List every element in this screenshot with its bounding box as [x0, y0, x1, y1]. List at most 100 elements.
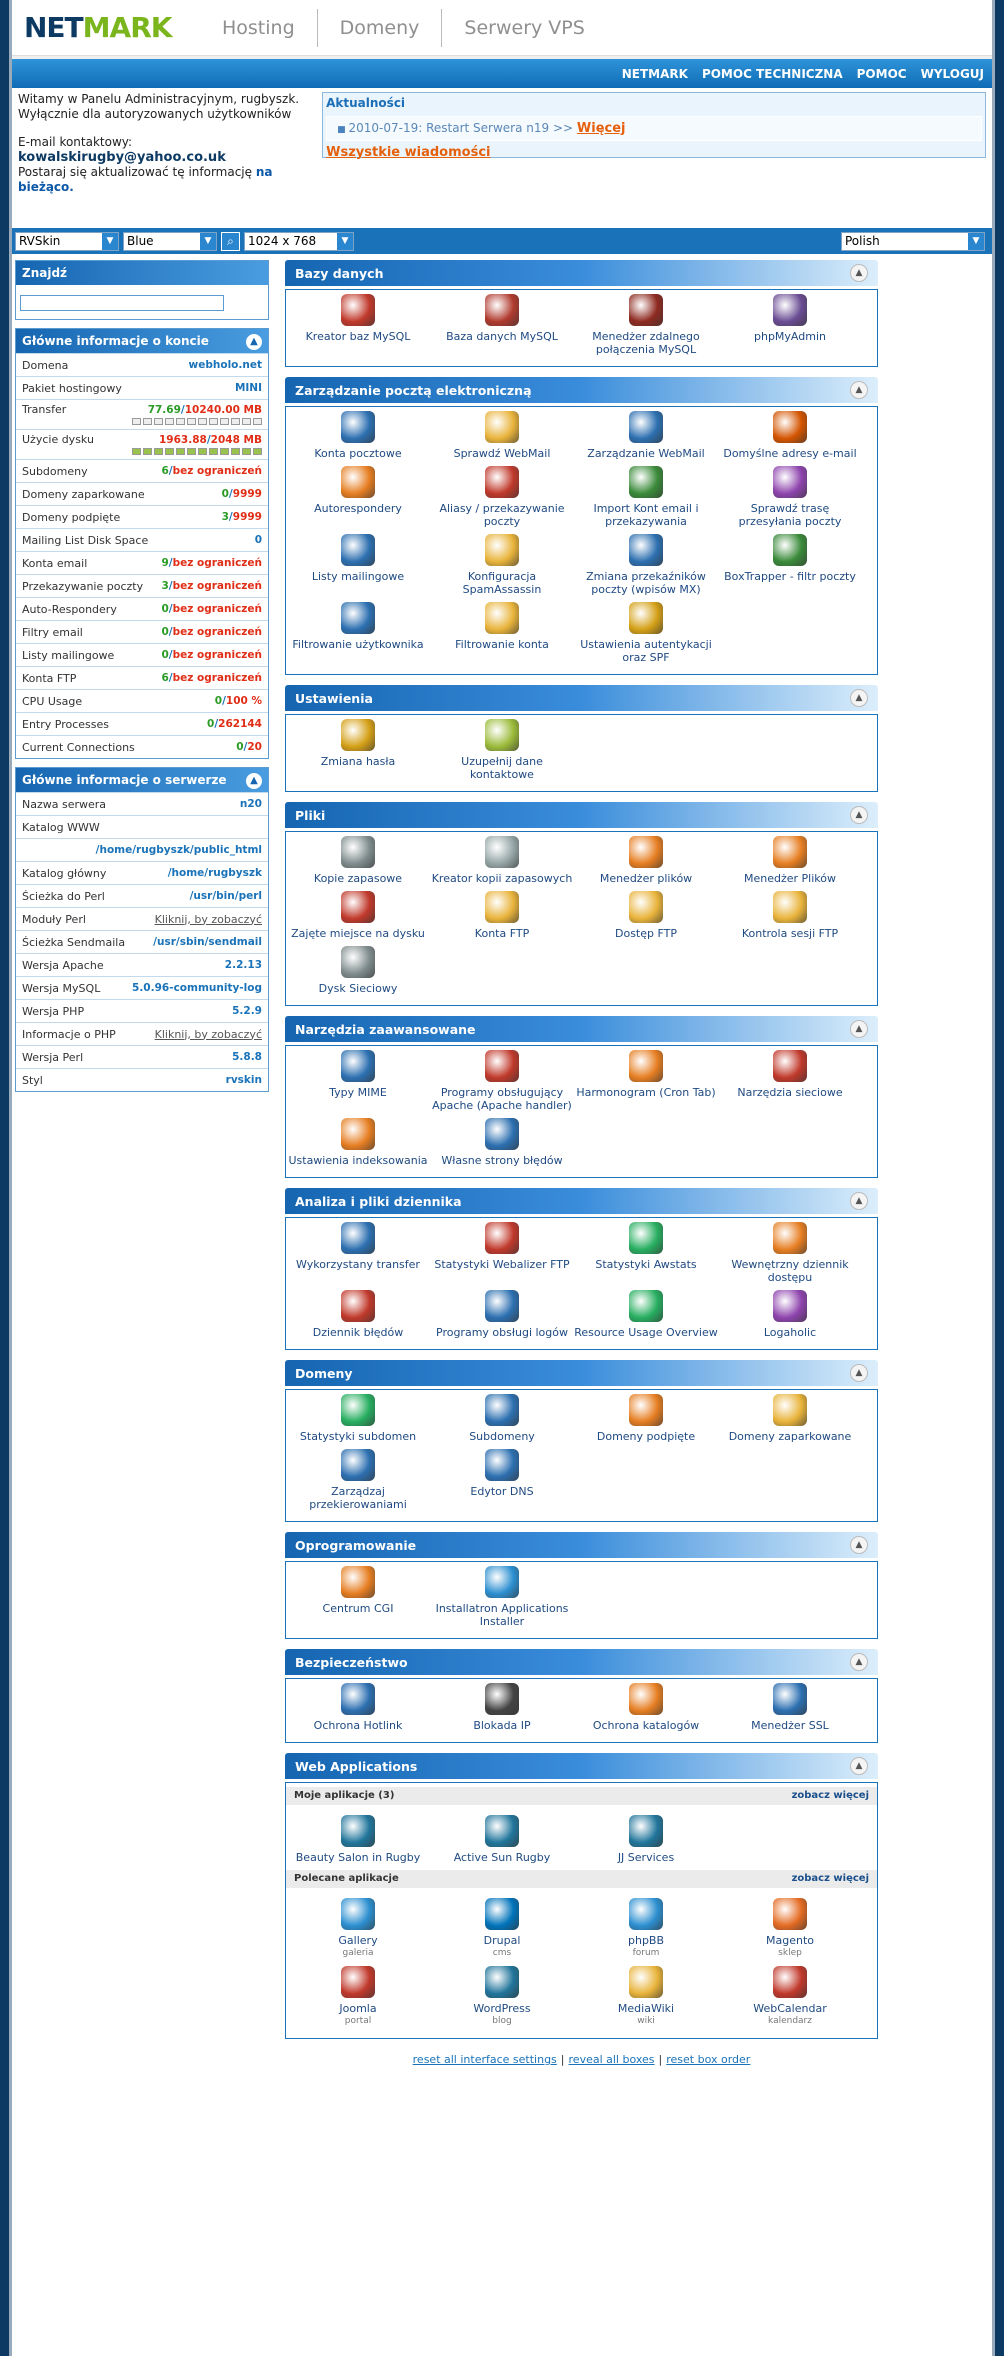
collapse-icon[interactable]: ▲	[850, 1364, 868, 1382]
tool-item[interactable]: Autorespondery	[286, 464, 430, 528]
tool-item[interactable]: Centrum CGI	[286, 1564, 430, 1628]
tool-item[interactable]: Magento sklep	[718, 1896, 862, 1960]
tool-item[interactable]: Narzędzia sieciowe	[718, 1048, 862, 1112]
tool-item[interactable]: Edytor DNS	[430, 1447, 574, 1511]
tool-item[interactable]: Konfiguracja SpamAssassin	[430, 532, 574, 596]
tool-item[interactable]: Joomla portal	[286, 1964, 430, 2028]
all-news-link[interactable]: Wszystkie wiadomości	[326, 145, 982, 160]
collapse-icon[interactable]: ▲	[850, 264, 868, 282]
menu-help[interactable]: POMOC	[857, 67, 907, 81]
reveal-boxes-link[interactable]: reveal all boxes	[569, 2053, 655, 2066]
tool-item[interactable]: Menedżer Plików	[718, 834, 862, 885]
tool-item[interactable]: WordPress blog	[430, 1964, 574, 2028]
tool-item[interactable]: Menedżer zdalnego połączenia MySQL	[574, 292, 718, 356]
collapse-icon[interactable]: ▲	[850, 689, 868, 707]
see-more-link[interactable]: zobacz więcej	[792, 1873, 869, 1885]
tool-item[interactable]: Filtrowanie konta	[430, 600, 574, 664]
tool-item[interactable]: Programy obsługujący Apache (Apache hand…	[430, 1048, 574, 1112]
see-more-link[interactable]: zobacz więcej	[792, 1790, 869, 1802]
tool-item[interactable]: Zmiana przekaźników poczty (wpisów MX)	[574, 532, 718, 596]
tool-item[interactable]: Statystyki subdomen	[286, 1392, 430, 1443]
search-icon[interactable]: ⌕	[221, 231, 240, 251]
collapse-icon[interactable]: ▲	[850, 1192, 868, 1210]
tool-item[interactable]: Blokada IP	[430, 1681, 574, 1732]
nav-vps[interactable]: Serwery VPS	[441, 8, 606, 47]
menu-support[interactable]: POMOC TECHNICZNA	[702, 67, 843, 81]
tool-item[interactable]: Ustawienia indeksowania	[286, 1116, 430, 1167]
tool-item[interactable]: Zarządzanie WebMail	[574, 409, 718, 460]
tool-item[interactable]: Import Kont email i przekazywania	[574, 464, 718, 528]
tool-item[interactable]: Typy MIME	[286, 1048, 430, 1112]
tool-item[interactable]: Beauty Salon in Rugby	[286, 1813, 430, 1864]
nav-domeny[interactable]: Domeny	[316, 8, 442, 47]
tool-item[interactable]: Kreator baz MySQL	[286, 292, 430, 356]
color-select[interactable]: Blue ▼	[123, 231, 217, 251]
details-link[interactable]: Kliknij, by zobaczyć	[155, 1028, 262, 1041]
reset-settings-link[interactable]: reset all interface settings	[413, 2053, 557, 2066]
tool-item[interactable]: Statystyki Webalizer FTP	[430, 1220, 574, 1284]
tool-item[interactable]: Listy mailingowe	[286, 532, 430, 596]
tool-item[interactable]: Domyślne adresy e-mail	[718, 409, 862, 460]
collapse-icon[interactable]: ▲	[850, 1020, 868, 1038]
tool-item[interactable]: Drupal cms	[430, 1896, 574, 1960]
tool-item[interactable]: Kopie zapasowe	[286, 834, 430, 885]
tool-item[interactable]: Ochrona Hotlink	[286, 1681, 430, 1732]
tool-item[interactable]: Uzupełnij dane kontaktowe	[430, 717, 574, 781]
tool-item[interactable]: Kreator kopii zapasowych	[430, 834, 574, 885]
tool-item[interactable]: BoxTrapper - filtr poczty	[718, 532, 862, 596]
tool-item[interactable]: MediaWiki wiki	[574, 1964, 718, 2028]
collapse-icon[interactable]: ▲	[246, 334, 262, 350]
collapse-icon[interactable]: ▲	[850, 1757, 868, 1775]
netmark-logo[interactable]: NETMARK	[24, 11, 214, 44]
tool-item[interactable]: Resource Usage Overview	[574, 1288, 718, 1339]
tool-item[interactable]: Kontrola sesji FTP	[718, 889, 862, 940]
tool-item[interactable]: phpMyAdmin	[718, 292, 862, 356]
tool-item[interactable]: Zajęte miejsce na dysku	[286, 889, 430, 940]
tool-item[interactable]: Dostęp FTP	[574, 889, 718, 940]
tool-item[interactable]: Logaholic	[718, 1288, 862, 1339]
tool-item[interactable]: Własne strony błędów	[430, 1116, 574, 1167]
tool-item[interactable]: Filtrowanie użytkownika	[286, 600, 430, 664]
reset-order-link[interactable]: reset box order	[666, 2053, 750, 2066]
nav-hosting[interactable]: Hosting	[214, 9, 317, 47]
collapse-icon[interactable]: ▲	[850, 381, 868, 399]
tool-item[interactable]: Installatron Applications Installer	[430, 1564, 574, 1628]
resolution-select[interactable]: 1024 x 768 ▼	[244, 231, 354, 251]
tool-item[interactable]: Ochrona katalogów	[574, 1681, 718, 1732]
tool-item[interactable]: Gallery galeria	[286, 1896, 430, 1960]
tool-item[interactable]: Programy obsługi logów	[430, 1288, 574, 1339]
collapse-icon[interactable]: ▲	[246, 773, 262, 789]
tool-item[interactable]: Wykorzystany transfer	[286, 1220, 430, 1284]
tool-item[interactable]: Sprawdź WebMail	[430, 409, 574, 460]
news-more-link[interactable]: Więcej	[577, 121, 626, 136]
tool-item[interactable]: Harmonogram (Cron Tab)	[574, 1048, 718, 1112]
tool-item[interactable]: Menedżer plików	[574, 834, 718, 885]
tool-item[interactable]: Baza danych MySQL	[430, 292, 574, 356]
tool-item[interactable]: Sprawdź trasę przesyłania poczty	[718, 464, 862, 528]
collapse-icon[interactable]: ▲	[850, 1653, 868, 1671]
tool-item[interactable]: Active Sun Rugby	[430, 1813, 574, 1864]
collapse-icon[interactable]: ▲	[850, 806, 868, 824]
tool-item[interactable]: WebCalendar kalendarz	[718, 1964, 862, 2028]
tool-item[interactable]: Zarządzaj przekierowaniami	[286, 1447, 430, 1511]
tool-item[interactable]: Dysk Sieciowy	[286, 944, 430, 995]
language-select[interactable]: Polish ▼	[841, 231, 985, 251]
tool-item[interactable]: Konta pocztowe	[286, 409, 430, 460]
tool-item[interactable]: Wewnętrzny dziennik dostępu	[718, 1220, 862, 1284]
tool-item[interactable]: Konta FTP	[430, 889, 574, 940]
tool-item[interactable]: Zmiana hasła	[286, 717, 430, 781]
menu-logout[interactable]: WYLOGUJ	[921, 67, 984, 81]
tool-item[interactable]: Dziennik błędów	[286, 1288, 430, 1339]
tool-item[interactable]: Domeny zaparkowane	[718, 1392, 862, 1443]
find-input[interactable]	[20, 295, 224, 311]
collapse-icon[interactable]: ▲	[850, 1536, 868, 1554]
tool-item[interactable]: phpBB forum	[574, 1896, 718, 1960]
skin-select[interactable]: RVSkin ▼	[15, 231, 119, 251]
tool-item[interactable]: Statystyki Awstats	[574, 1220, 718, 1284]
menu-netmark[interactable]: NETMARK	[622, 67, 688, 81]
tool-item[interactable]: Ustawienia autentykacji oraz SPF	[574, 600, 718, 664]
tool-item[interactable]: Subdomeny	[430, 1392, 574, 1443]
tool-item[interactable]: Aliasy / przekazywanie poczty	[430, 464, 574, 528]
tool-item[interactable]: Menedżer SSL	[718, 1681, 862, 1732]
tool-item[interactable]: JJ Services	[574, 1813, 718, 1864]
